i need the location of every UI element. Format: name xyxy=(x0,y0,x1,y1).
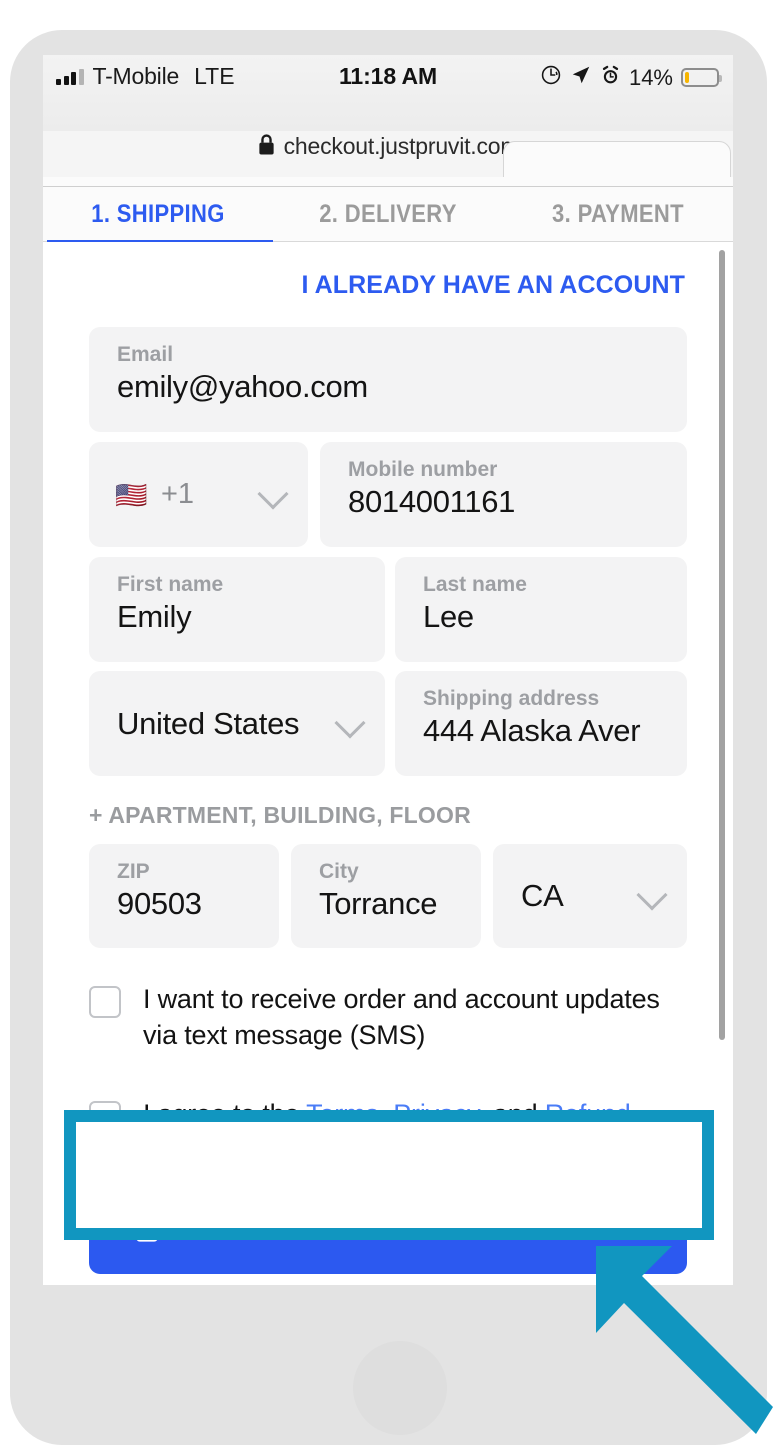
url-text: checkout.justpruvit.com xyxy=(283,133,520,159)
already-have-account-link[interactable]: I ALREADY HAVE AN ACCOUNT xyxy=(301,271,685,300)
tab-payment[interactable]: 3. PAYMENT xyxy=(517,187,719,241)
padlock-icon xyxy=(257,133,276,162)
annotation-highlight-box xyxy=(64,1110,714,1240)
state-value: CA xyxy=(521,878,564,913)
alarm-clock-icon xyxy=(600,65,621,91)
first-name-label: First name xyxy=(117,573,224,596)
sms-optin-checkbox[interactable] xyxy=(89,986,121,1018)
last-name-label: Last name xyxy=(423,573,527,596)
shipping-address-field[interactable]: Shipping address 444 Alaska Aver xyxy=(395,671,687,776)
zip-value: 90503 xyxy=(117,886,202,921)
tab-delivery[interactable]: 2. DELIVERY xyxy=(287,187,489,241)
rotation-lock-icon xyxy=(540,64,562,91)
country-select[interactable]: United States xyxy=(89,671,385,776)
tab-shipping[interactable]: 1. SHIPPING xyxy=(57,187,259,241)
zip-field[interactable]: ZIP 90503 xyxy=(89,844,279,948)
city-value: Torrance xyxy=(319,886,438,921)
country-code-value: +1 xyxy=(161,478,195,510)
shipping-address-value: 444 Alaska Aver xyxy=(423,713,641,748)
page-scrollbar[interactable] xyxy=(719,250,725,1040)
mobile-number-value: 8014001161 xyxy=(348,484,516,519)
status-bar: T-Mobile LTE 11:18 AM 14% xyxy=(43,55,733,131)
shipping-address-label: Shipping address xyxy=(423,687,600,710)
first-name-value: Emily xyxy=(117,599,192,634)
chevron-down-icon xyxy=(334,706,366,739)
status-bar-right: 14% xyxy=(540,64,722,91)
tab-shipping-label: 1. SHIPPING xyxy=(91,199,225,228)
email-field-value: emily@yahoo.com xyxy=(117,369,368,404)
sms-optin-label: I want to receive order and account upda… xyxy=(143,984,660,1050)
city-field[interactable]: City Torrance xyxy=(291,844,481,948)
annotation-arrow-icon xyxy=(596,1246,773,1434)
home-button[interactable] xyxy=(353,1341,447,1435)
battery-icon xyxy=(681,68,722,87)
country-value: United States xyxy=(117,705,300,741)
country-code-select[interactable]: 🇺🇸 +1 xyxy=(89,442,308,547)
location-arrow-icon xyxy=(570,64,592,91)
mobile-number-field[interactable]: Mobile number 8014001161 xyxy=(320,442,687,547)
email-field[interactable]: Email emily@yahoo.com xyxy=(89,327,687,432)
first-name-field[interactable]: First name Emily xyxy=(89,557,385,662)
phone-screen: T-Mobile LTE 11:18 AM 14% checkout.justp… xyxy=(43,55,733,1285)
mobile-number-label: Mobile number xyxy=(348,458,498,481)
tab-payment-label: 3. PAYMENT xyxy=(552,199,684,228)
chevron-down-icon xyxy=(636,879,668,911)
state-select[interactable]: CA xyxy=(493,844,687,948)
last-name-field[interactable]: Last name Lee xyxy=(395,557,687,662)
checkout-step-tabs: 1. SHIPPING 2. DELIVERY 3. PAYMENT xyxy=(43,187,733,242)
city-label: City xyxy=(319,860,359,883)
add-apartment-link[interactable]: + APARTMENT, BUILDING, FLOOR xyxy=(89,802,471,829)
sms-optin-row[interactable]: I want to receive order and account upda… xyxy=(89,982,689,1053)
zip-label: ZIP xyxy=(117,860,150,883)
us-flag-icon: 🇺🇸 xyxy=(115,479,148,510)
tab-delivery-label: 2. DELIVERY xyxy=(319,199,457,228)
last-name-value: Lee xyxy=(423,599,474,634)
battery-percent-label: 14% xyxy=(628,64,673,90)
email-field-label: Email xyxy=(117,343,174,366)
